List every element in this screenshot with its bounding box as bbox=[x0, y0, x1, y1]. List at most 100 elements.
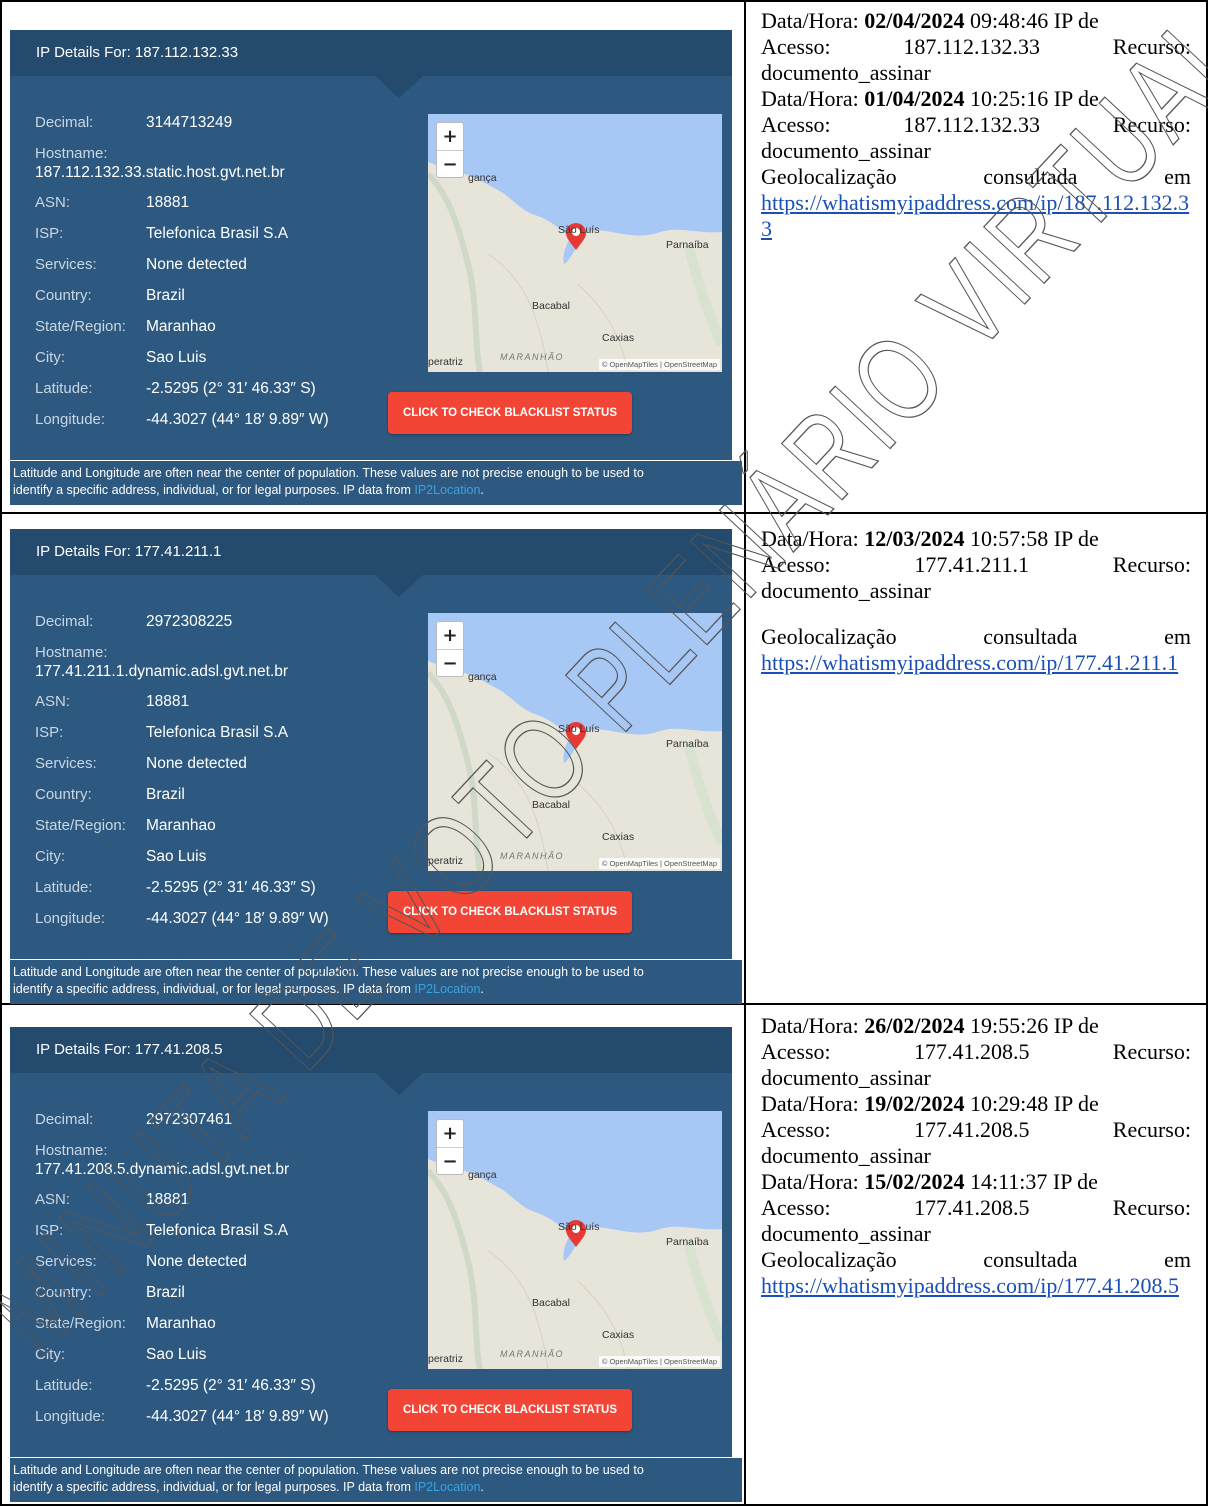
entry-l3: documento_assinar bbox=[761, 1221, 931, 1246]
check-blacklist-button[interactable]: CLICK TO CHECK BLACKLIST STATUS bbox=[388, 891, 632, 933]
map-zoom-control: + − bbox=[436, 1119, 464, 1175]
map-label-caxias: Caxias bbox=[602, 831, 635, 843]
zoom-in-button[interactable]: + bbox=[437, 622, 463, 649]
entry-l2a: Acesso: bbox=[761, 34, 831, 59]
entry-date: 02/04/2024 bbox=[864, 8, 965, 33]
entry-l1b: 10:57:58 IP de bbox=[964, 526, 1099, 551]
whatismyipaddress-link[interactable]: https://whatismyipaddress.com/ip/177.41.… bbox=[761, 650, 1178, 675]
ip2location-link[interactable]: IP2Location bbox=[414, 483, 480, 497]
entry-date: 26/02/2024 bbox=[864, 1013, 965, 1038]
lookup-link-line: https://whatismyipaddress.com/ip/177.41.… bbox=[761, 650, 1191, 676]
map-label-state: MARANHÃO bbox=[500, 851, 565, 861]
map-attribution[interactable]: © OpenMapTiles | OpenStreetMap bbox=[598, 1356, 720, 1367]
entry-l2a: Acesso: bbox=[761, 1117, 831, 1142]
geolocation-line: Geolocalização consultada em bbox=[761, 164, 1191, 190]
map-attribution[interactable]: © OpenMapTiles | OpenStreetMap bbox=[598, 858, 720, 869]
access-log-text: Data/Hora: 02/04/2024 09:48:46 IP de Ace… bbox=[761, 8, 1191, 242]
disclaimer-note: Latitude and Longitude are often near th… bbox=[10, 960, 742, 1004]
geolocation-line: Geolocalização consultada em bbox=[761, 1247, 1191, 1273]
document-row: IP Details For: 177.41.208.5 Decimal: 297… bbox=[0, 1005, 1208, 1502]
map-label-sao-luis: São Luís bbox=[558, 224, 600, 236]
map-label-parnaiba: Parnaíba bbox=[666, 1236, 709, 1248]
map-label-braganca: gança bbox=[468, 172, 497, 184]
ip-details-panel: IP Details For: 177.41.211.1 Decimal: 297… bbox=[10, 529, 732, 959]
entry-l3: documento_assinar bbox=[761, 138, 931, 163]
entry-l1b: 10:29:48 IP de bbox=[964, 1091, 1099, 1116]
zoom-out-button[interactable]: − bbox=[437, 1147, 463, 1174]
check-blacklist-button[interactable]: CLICK TO CHECK BLACKLIST STATUS bbox=[388, 392, 632, 434]
panel-notch bbox=[375, 76, 423, 98]
entry-l2a: Acesso: bbox=[761, 1039, 831, 1064]
zoom-out-button[interactable]: − bbox=[437, 150, 463, 177]
ip-details-panel: IP Details For: 187.112.132.33 Decimal: 3… bbox=[10, 30, 732, 460]
map-label-parnaiba: Parnaíba bbox=[666, 239, 709, 251]
map-label-caxias: Caxias bbox=[602, 332, 635, 344]
entry-l1a: Data/Hora: bbox=[761, 1091, 865, 1116]
entry-l3: documento_assinar bbox=[761, 60, 931, 85]
geolocation-word: consultada bbox=[983, 1247, 1078, 1272]
entry-l2b: 177.41.208.5 bbox=[913, 1117, 1030, 1142]
map-label-state: MARANHÃO bbox=[500, 352, 565, 362]
geolocation-word: Geolocalização bbox=[761, 624, 897, 649]
geolocation-word: Geolocalização bbox=[761, 164, 897, 189]
geolocation-word: em bbox=[1164, 1247, 1191, 1272]
whatismyipaddress-link[interactable]: https://whatismyipaddress.com/ip/187.112… bbox=[761, 190, 1189, 241]
ip2location-link[interactable]: IP2Location bbox=[414, 1480, 480, 1494]
map-label-sao-luis: São Luís bbox=[558, 723, 600, 735]
map-label-bacabal: Bacabal bbox=[532, 1297, 570, 1309]
entry-l1b: 19:55:26 IP de bbox=[964, 1013, 1099, 1038]
document-row: IP Details For: 177.41.211.1 Decimal: 297… bbox=[0, 514, 1208, 1004]
entry-date: 19/02/2024 bbox=[864, 1091, 965, 1116]
entry-l2c: Recurso: bbox=[1112, 552, 1191, 577]
entry-l2c: Recurso: bbox=[1112, 1195, 1191, 1220]
entry-date: 01/04/2024 bbox=[864, 86, 965, 111]
access-entry: Data/Hora: 26/02/2024 19:55:26 IP de Ace… bbox=[761, 1013, 1191, 1091]
geolocation-word: em bbox=[1164, 164, 1191, 189]
panel-title: IP Details For: 187.112.132.33 bbox=[10, 30, 732, 76]
entry-l1a: Data/Hora: bbox=[761, 1013, 865, 1038]
map-zoom-control: + − bbox=[436, 122, 464, 178]
zoom-in-button[interactable]: + bbox=[437, 123, 463, 150]
entry-l2c: Recurso: bbox=[1112, 1117, 1191, 1142]
check-blacklist-button[interactable]: CLICK TO CHECK BLACKLIST STATUS bbox=[388, 1389, 632, 1431]
map-label-braganca: gança bbox=[468, 1169, 497, 1181]
map-label-sao-luis: São Luís bbox=[558, 1221, 600, 1233]
map-label-imperatriz: peratriz bbox=[428, 1353, 464, 1365]
map-label-imperatriz: peratriz bbox=[428, 855, 464, 867]
entry-l3: documento_assinar bbox=[761, 578, 931, 603]
map-label-state: MARANHÃO bbox=[500, 1349, 565, 1359]
entry-l2a: Acesso: bbox=[761, 1195, 831, 1220]
access-log-text: Data/Hora: 26/02/2024 19:55:26 IP de Ace… bbox=[761, 1013, 1191, 1299]
access-entry: Data/Hora: 12/03/2024 10:57:58 IP de Ace… bbox=[761, 526, 1191, 604]
entry-l3: documento_assinar bbox=[761, 1065, 931, 1090]
document-row: IP Details For: 187.112.132.33 Decimal: 3… bbox=[0, 0, 1208, 505]
entry-l2b: 177.41.208.5 bbox=[913, 1039, 1030, 1064]
access-entry: Data/Hora: 01/04/2024 10:25:16 IP de Ace… bbox=[761, 86, 1191, 164]
access-entry: Data/Hora: 19/02/2024 10:29:48 IP de Ace… bbox=[761, 1091, 1191, 1169]
map-attribution[interactable]: © OpenMapTiles | OpenStreetMap bbox=[598, 359, 720, 370]
entry-l2b: 187.112.132.33 bbox=[903, 112, 1041, 137]
entry-date: 15/02/2024 bbox=[864, 1169, 965, 1194]
disclaimer-note: Latitude and Longitude are often near th… bbox=[10, 461, 742, 505]
location-map[interactable]: + − gança São Luís Parnaíba Bacabal Caxi… bbox=[428, 114, 722, 372]
disclaimer-note: Latitude and Longitude are often near th… bbox=[10, 1458, 742, 1502]
ip2location-link[interactable]: IP2Location bbox=[414, 982, 480, 996]
entry-l2b: 177.41.211.1 bbox=[914, 552, 1030, 577]
location-map[interactable]: + − gança São Luís Parnaíba Bacabal Caxi… bbox=[428, 1111, 722, 1369]
entry-l2a: Acesso: bbox=[761, 112, 831, 137]
entry-l1a: Data/Hora: bbox=[761, 8, 865, 33]
panel-notch bbox=[375, 575, 423, 597]
entry-l2c: Recurso: bbox=[1112, 1039, 1191, 1064]
whatismyipaddress-link[interactable]: https://whatismyipaddress.com/ip/177.41.… bbox=[761, 1273, 1179, 1298]
entry-l2c: Recurso: bbox=[1112, 34, 1191, 59]
geolocation-line: Geolocalização consultada em bbox=[761, 624, 1191, 650]
entry-l2c: Recurso: bbox=[1112, 112, 1191, 137]
ip-details-panel: IP Details For: 177.41.208.5 Decimal: 297… bbox=[10, 1027, 732, 1457]
zoom-in-button[interactable]: + bbox=[437, 1120, 463, 1147]
geolocation-word: consultada bbox=[983, 164, 1078, 189]
lookup-link-line: https://whatismyipaddress.com/ip/187.112… bbox=[761, 190, 1191, 242]
entry-l1b: 09:48:46 IP de bbox=[964, 8, 1099, 33]
zoom-out-button[interactable]: − bbox=[437, 649, 463, 676]
map-label-imperatriz: peratriz bbox=[428, 356, 464, 368]
location-map[interactable]: + − gança São Luís Parnaíba Bacabal Caxi… bbox=[428, 613, 722, 871]
